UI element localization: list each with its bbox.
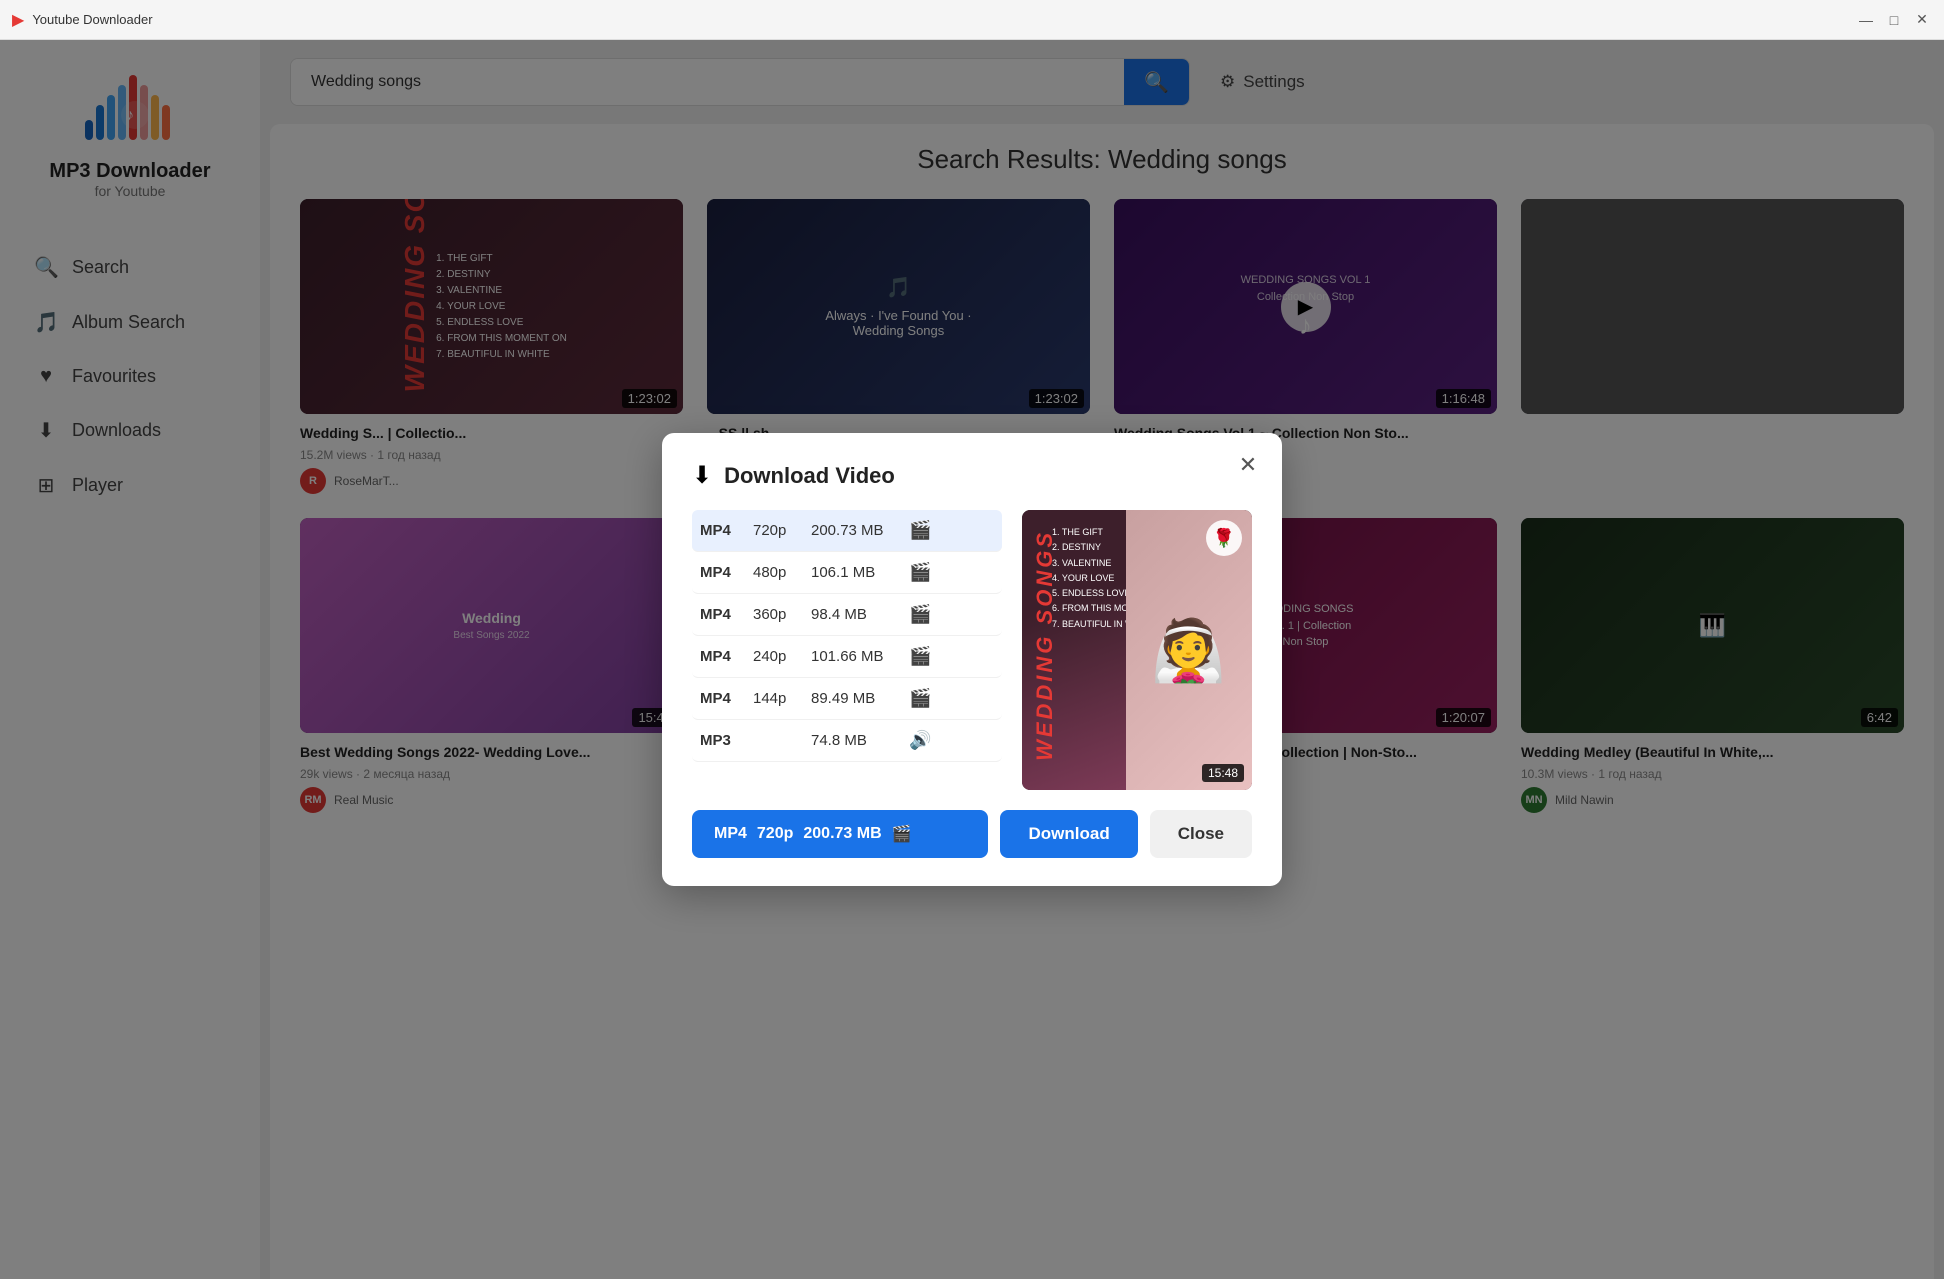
format-type-1: MP4 (700, 564, 745, 581)
format-icon-4: 🎬 (909, 688, 931, 709)
modal-close-button[interactable]: ✕ (1232, 449, 1264, 481)
maximize-button[interactable]: □ (1884, 10, 1904, 30)
format-res-4: 144p (753, 690, 803, 707)
format-icon-1: 🎬 (909, 562, 931, 583)
format-size-0: 200.73 MB (811, 522, 901, 539)
format-res-3: 240p (753, 648, 803, 665)
format-type-0: MP4 (700, 522, 745, 539)
download-modal: ⬇ Download Video ✕ MP4 720p 200.73 MB 🎬 … (662, 433, 1282, 886)
modal-download-icon: ⬇ (692, 461, 712, 490)
format-row-3[interactable]: MP4 240p 101.66 MB 🎬 (692, 636, 1002, 678)
close-modal-button[interactable]: Close (1150, 810, 1252, 858)
format-row-5[interactable]: MP3 74.8 MB 🔊 (692, 720, 1002, 762)
format-row-4[interactable]: MP4 144p 89.49 MB 🎬 (692, 678, 1002, 720)
format-res-2: 360p (753, 606, 803, 623)
titlebar-controls: — □ ✕ (1856, 10, 1932, 30)
format-size-5: 74.8 MB (811, 732, 901, 749)
modal-footer: MP4 720p 200.73 MB 🎬 Download Close (692, 810, 1252, 858)
app-title: Youtube Downloader (32, 12, 152, 27)
titlebar-title-area: ▶ Youtube Downloader (12, 10, 153, 30)
format-icon-5: 🔊 (909, 730, 931, 751)
modal-header: ⬇ Download Video (692, 461, 1252, 490)
modal-body: MP4 720p 200.73 MB 🎬 MP4 480p 106.1 MB 🎬… (692, 510, 1252, 790)
format-size-3: 101.66 MB (811, 648, 901, 665)
format-res-1: 480p (753, 564, 803, 581)
modal-formats: MP4 720p 200.73 MB 🎬 MP4 480p 106.1 MB 🎬… (692, 510, 1002, 790)
format-row-2[interactable]: MP4 360p 98.4 MB 🎬 (692, 594, 1002, 636)
download-button[interactable]: Download (1000, 810, 1137, 858)
selected-format-icon: 🎬 (892, 824, 912, 844)
selected-format-type: MP4 (714, 825, 747, 843)
modal-overlay: ⬇ Download Video ✕ MP4 720p 200.73 MB 🎬 … (0, 40, 1944, 1279)
close-button[interactable]: ✕ (1912, 10, 1932, 30)
selected-format-res: 720p (757, 825, 793, 843)
format-type-4: MP4 (700, 690, 745, 707)
format-size-2: 98.4 MB (811, 606, 901, 623)
format-row-1[interactable]: MP4 480p 106.1 MB 🎬 (692, 552, 1002, 594)
format-res-0: 720p (753, 522, 803, 539)
format-icon-2: 🎬 (909, 604, 931, 625)
format-icon-3: 🎬 (909, 646, 931, 667)
format-row-0[interactable]: MP4 720p 200.73 MB 🎬 (692, 510, 1002, 552)
modal-preview: WEDDING SONGS 1. THE GIFT 2. DESTINY 3. … (1022, 510, 1252, 790)
format-size-4: 89.49 MB (811, 690, 901, 707)
minimize-button[interactable]: — (1856, 10, 1876, 30)
app-logo-icon: ▶ (12, 10, 24, 30)
modal-title: Download Video (724, 463, 895, 489)
format-type-3: MP4 (700, 648, 745, 665)
format-size-1: 106.1 MB (811, 564, 901, 581)
format-type-5: MP3 (700, 732, 745, 749)
titlebar: ▶ Youtube Downloader — □ ✕ (0, 0, 1944, 40)
selected-format-size: 200.73 MB (803, 825, 881, 843)
selected-format-button[interactable]: MP4 720p 200.73 MB 🎬 (692, 810, 988, 858)
format-type-2: MP4 (700, 606, 745, 623)
format-icon-0: 🎬 (909, 520, 931, 541)
